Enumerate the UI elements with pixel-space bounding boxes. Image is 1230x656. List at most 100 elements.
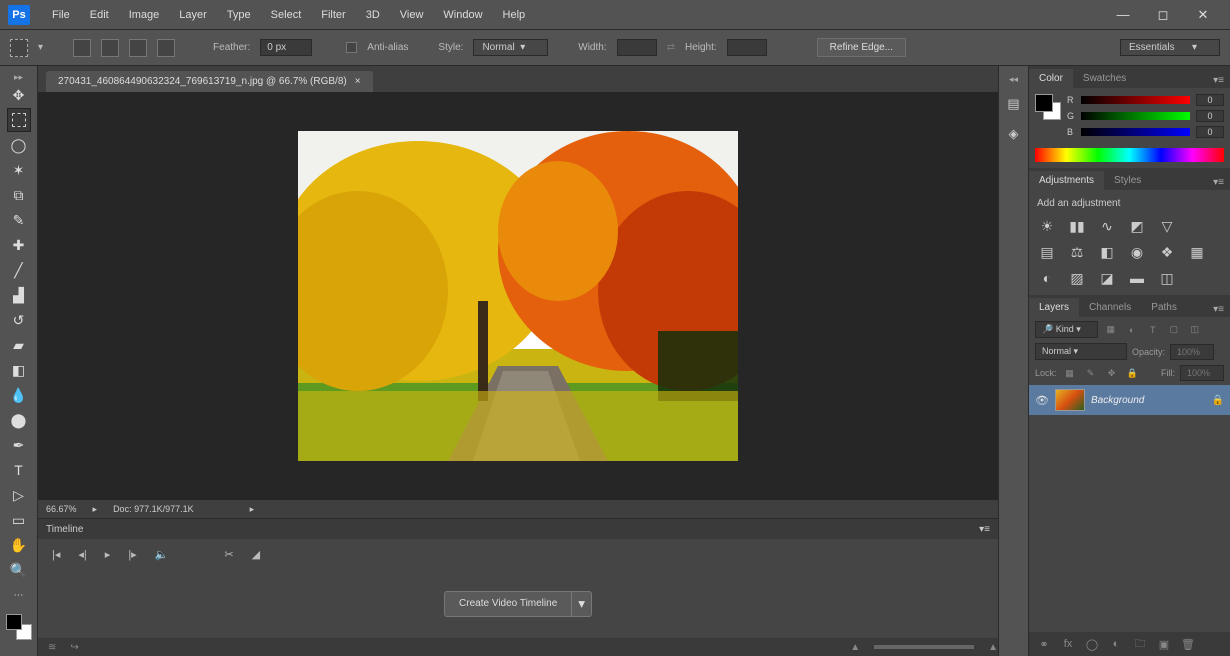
b-input[interactable]: [1196, 126, 1224, 138]
bw-adjustment-icon[interactable]: ◧: [1097, 243, 1117, 261]
document-tab[interactable]: 270431_460864490632324_769613719_n.jpg @…: [46, 71, 373, 92]
menu-view[interactable]: View: [390, 5, 434, 25]
exposure-adjustment-icon[interactable]: ◩: [1127, 217, 1147, 235]
posterize-adjustment-icon[interactable]: ▨: [1067, 269, 1087, 287]
link-layers-icon[interactable]: ⚭: [1037, 638, 1051, 651]
r-input[interactable]: [1196, 94, 1224, 106]
tab-layers[interactable]: Layers: [1029, 298, 1079, 317]
type-tool[interactable]: T: [7, 458, 31, 482]
maximize-button[interactable]: ◻: [1150, 6, 1176, 24]
menu-layer[interactable]: Layer: [169, 5, 217, 25]
layer-name[interactable]: Background: [1091, 395, 1206, 406]
new-adjustment-layer-icon[interactable]: ◐: [1109, 638, 1123, 650]
magic-wand-tool[interactable]: ✶: [7, 158, 31, 182]
levels-adjustment-icon[interactable]: ▮▮: [1067, 217, 1087, 235]
refine-edge-button[interactable]: Refine Edge...: [817, 38, 906, 57]
workspace-select[interactable]: Essentials▾: [1120, 39, 1220, 56]
tab-color[interactable]: Color: [1029, 69, 1073, 88]
healing-brush-tool[interactable]: ✚: [7, 233, 31, 257]
hand-tool[interactable]: ✋: [7, 533, 31, 557]
tab-adjustments[interactable]: Adjustments: [1029, 171, 1104, 190]
canvas[interactable]: [298, 131, 738, 461]
layer-locked-icon[interactable]: 🔒: [1212, 395, 1224, 406]
lasso-tool[interactable]: ◯: [7, 133, 31, 157]
new-layer-icon[interactable]: ▣: [1157, 638, 1171, 651]
properties-panel-icon[interactable]: ◈: [1003, 123, 1025, 145]
prev-frame-icon[interactable]: ◂|: [78, 548, 86, 561]
filter-shape-icon[interactable]: ▢: [1166, 323, 1182, 337]
layer-visibility-icon[interactable]: 👁: [1035, 394, 1049, 407]
selective-color-adjustment-icon[interactable]: ◫: [1157, 269, 1177, 287]
menu-select[interactable]: Select: [261, 5, 312, 25]
tab-paths[interactable]: Paths: [1141, 298, 1187, 317]
eraser-tool[interactable]: ▰: [7, 333, 31, 357]
tab-channels[interactable]: Channels: [1079, 298, 1141, 317]
layer-mask-icon[interactable]: ◯: [1085, 638, 1099, 651]
brush-tool[interactable]: ╱: [7, 258, 31, 282]
move-tool[interactable]: ✥: [7, 83, 31, 107]
menu-filter[interactable]: Filter: [311, 5, 355, 25]
history-brush-tool[interactable]: ↺: [7, 308, 31, 332]
menu-help[interactable]: Help: [493, 5, 536, 25]
selection-new-icon[interactable]: [73, 39, 91, 57]
layer-item-background[interactable]: 👁 Background 🔒: [1029, 385, 1230, 415]
feather-input[interactable]: [260, 39, 312, 56]
rectangle-tool[interactable]: ▭: [7, 508, 31, 532]
style-select[interactable]: Normal ▾: [473, 39, 548, 56]
tab-swatches[interactable]: Swatches: [1073, 69, 1136, 88]
timeline-menu-icon[interactable]: ▾≡: [979, 524, 990, 535]
selection-subtract-icon[interactable]: [129, 39, 147, 57]
zoom-level[interactable]: 66.67%: [46, 504, 77, 514]
g-input[interactable]: [1196, 110, 1224, 122]
marquee-tool[interactable]: [7, 108, 31, 132]
timeline-zoom-in-icon[interactable]: ▲: [988, 642, 998, 653]
create-video-timeline-button[interactable]: Create Video Timeline: [444, 591, 572, 617]
layer-thumbnail[interactable]: [1055, 389, 1085, 411]
eyedropper-tool[interactable]: ✎: [7, 208, 31, 232]
lock-all-icon[interactable]: 🔒: [1125, 366, 1141, 380]
r-slider[interactable]: [1081, 96, 1190, 104]
layer-fx-icon[interactable]: fx: [1061, 638, 1075, 650]
vibrance-adjustment-icon[interactable]: ▽: [1157, 217, 1177, 235]
marquee-tool-icon[interactable]: [10, 39, 28, 57]
minimize-button[interactable]: —: [1110, 6, 1136, 24]
history-panel-icon[interactable]: ▤: [1003, 93, 1025, 115]
crop-tool[interactable]: ⧉: [7, 183, 31, 207]
adjustments-panel-menu-icon[interactable]: ▾≡: [1207, 175, 1230, 190]
menu-edit[interactable]: Edit: [80, 5, 119, 25]
timeline-zoom-slider[interactable]: [874, 645, 974, 649]
status-play-icon[interactable]: ▸: [250, 504, 255, 515]
next-frame-icon[interactable]: |▸: [128, 548, 136, 561]
selection-add-icon[interactable]: [101, 39, 119, 57]
new-group-icon[interactable]: 🗀: [1133, 635, 1147, 654]
filter-smart-icon[interactable]: ◫: [1187, 323, 1203, 337]
delete-layer-icon[interactable]: 🗑: [1181, 638, 1195, 651]
layers-panel-menu-icon[interactable]: ▾≡: [1207, 302, 1230, 317]
color-swatch-pair[interactable]: [1035, 94, 1061, 120]
menu-image[interactable]: Image: [119, 5, 170, 25]
go-first-frame-icon[interactable]: |◂: [52, 548, 60, 561]
brightness-adjustment-icon[interactable]: ☀: [1037, 217, 1057, 235]
timeline-zoom-out-icon[interactable]: ▲: [850, 642, 860, 653]
chevron-down-icon[interactable]: ▾: [38, 42, 43, 53]
lock-position-icon[interactable]: ✥: [1104, 366, 1120, 380]
collapse-tools-icon[interactable]: ▸▸: [14, 72, 23, 82]
threshold-adjustment-icon[interactable]: ◪: [1097, 269, 1117, 287]
curves-adjustment-icon[interactable]: ∿: [1097, 217, 1117, 235]
lut-adjustment-icon[interactable]: ▦: [1187, 243, 1207, 261]
filter-adjustment-icon[interactable]: ◐: [1124, 323, 1140, 337]
dodge-tool[interactable]: ⬤: [7, 408, 31, 432]
canvas-area[interactable]: [38, 92, 998, 500]
collapse-right-icon[interactable]: ◂◂: [1009, 74, 1018, 85]
menu-file[interactable]: File: [42, 5, 80, 25]
close-button[interactable]: ✕: [1190, 6, 1216, 24]
lock-transparency-icon[interactable]: ▦: [1062, 366, 1078, 380]
menu-3d[interactable]: 3D: [356, 5, 390, 25]
blend-mode-select[interactable]: Normal ▾: [1035, 343, 1127, 360]
balance-adjustment-icon[interactable]: ⚖: [1067, 243, 1087, 261]
gradient-map-adjustment-icon[interactable]: ▬: [1127, 269, 1147, 287]
audio-icon[interactable]: 🔈: [155, 548, 169, 561]
filter-type-icon[interactable]: T: [1145, 323, 1161, 337]
lock-image-icon[interactable]: ✎: [1083, 366, 1099, 380]
transition-icon[interactable]: ◢: [252, 548, 260, 561]
